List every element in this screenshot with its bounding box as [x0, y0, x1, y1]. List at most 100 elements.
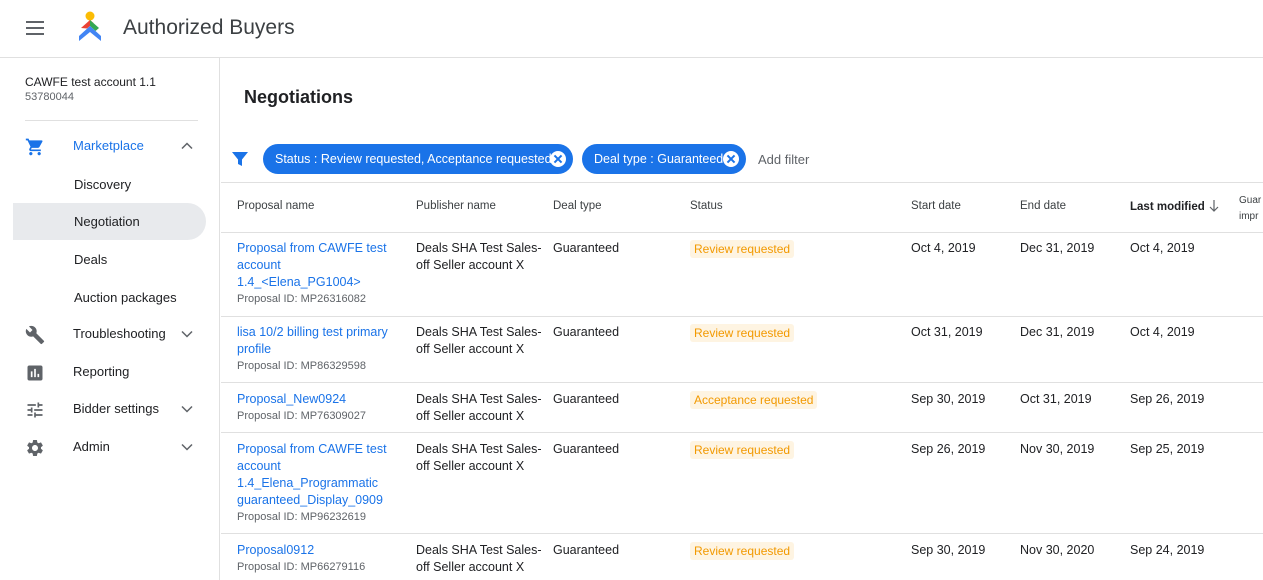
filter-chip-status[interactable]: Status : Review requested, Acceptance re… — [263, 144, 573, 174]
proposal-name-line: account — [237, 459, 281, 473]
column-header-status[interactable]: Status — [690, 200, 723, 212]
sidebar-item-discovery[interactable]: Discovery — [13, 166, 206, 203]
deal-type: Guaranteed — [553, 442, 620, 456]
sidebar-item-auction-packages[interactable]: Auction packages — [13, 279, 206, 316]
account-id: 53780044 — [25, 91, 74, 103]
divider — [221, 533, 1263, 534]
menu-icon[interactable] — [26, 21, 44, 35]
filter-icon[interactable] — [232, 151, 248, 167]
proposal-id: Proposal ID: MP26316082 — [237, 293, 367, 305]
sidebar-item-troubleshooting[interactable]: Troubleshooting — [0, 316, 220, 352]
column-header-start-date[interactable]: Start date — [911, 200, 961, 212]
proposal-name-line: 1.4_<Elena_PG1004> — [237, 275, 361, 289]
filter-chip-deal-type[interactable]: Deal type : Guaranteed — [582, 144, 746, 174]
end-date: Nov 30, 2020 — [1020, 543, 1095, 557]
chevron-down-icon[interactable] — [180, 402, 194, 416]
column-header-last-modified[interactable]: Last modified — [1130, 201, 1205, 213]
publisher-name: Deals SHA Test Sales-off Seller account … — [416, 324, 546, 358]
page-title: Negotiations — [244, 87, 354, 107]
deal-type: Guaranteed — [553, 543, 620, 557]
deal-type: Guaranteed — [553, 241, 620, 255]
authorized-buyers-logo — [79, 11, 101, 41]
account-name[interactable]: CAWFE test account 1.1 — [25, 75, 156, 89]
last-modified-date: Sep 26, 2019 — [1130, 392, 1205, 406]
sidebar-item-label: Marketplace — [73, 138, 144, 153]
status-badge: Acceptance requested — [690, 391, 818, 409]
start-date: Oct 31, 2019 — [911, 325, 983, 339]
publisher-name: Deals SHA Test Sales-off Seller account … — [416, 542, 546, 576]
filter-chip-label: Deal type : Guaranteed — [594, 152, 724, 166]
start-date: Oct 4, 2019 — [911, 241, 976, 255]
sidebar-item-label: Auction packages — [74, 290, 177, 305]
sidebar-item-label: Admin — [73, 439, 110, 454]
close-icon[interactable] — [550, 151, 566, 167]
sidebar-item-label: Negotiation — [74, 214, 140, 229]
sidebar: CAWFE test account 1.1 53780044 Marketpl… — [0, 58, 220, 580]
status-badge: Review requested — [690, 324, 795, 342]
proposal-name-line: lisa 10/2 billing test primary — [237, 325, 388, 339]
publisher-name-line: Deals SHA Test Sales- — [416, 241, 542, 255]
deal-type: Guaranteed — [553, 325, 620, 339]
divider — [221, 182, 1263, 183]
sidebar-item-label: Discovery — [74, 177, 132, 192]
proposal-name-line: 1.4_Elena_Programmatic — [237, 476, 379, 490]
sidebar-item-label: Reporting — [73, 364, 130, 379]
app-title: Authorized Buyers — [123, 16, 295, 39]
sidebar-item-reporting[interactable]: Reporting — [0, 354, 220, 390]
cart-icon — [25, 138, 43, 156]
sidebar-item-negotiation[interactable]: Negotiation — [13, 203, 206, 240]
status-badge: Review requested — [690, 240, 795, 258]
sliders-icon — [27, 402, 43, 418]
publisher-name-line: Deals SHA Test Sales- — [416, 442, 542, 456]
proposal-name-line: Proposal from CAWFE test — [237, 442, 387, 456]
publisher-name: Deals SHA Test Sales-off Seller account … — [416, 240, 546, 274]
publisher-name: Deals SHA Test Sales-off Seller account … — [416, 391, 546, 425]
proposal-name-line: account — [237, 258, 281, 272]
proposal-id: Proposal ID: MP86329598 — [237, 360, 367, 372]
arrow-down-icon[interactable] — [1208, 199, 1220, 213]
last-modified-date: Oct 4, 2019 — [1130, 241, 1195, 255]
proposal-name-line: profile — [237, 342, 272, 356]
end-date: Nov 30, 2019 — [1020, 442, 1095, 456]
chevron-up-icon[interactable] — [180, 139, 194, 153]
last-modified-date: Sep 25, 2019 — [1130, 442, 1205, 456]
proposal-name-line: guaranteed_Display_0909 — [237, 493, 383, 507]
column-header-deal-type[interactable]: Deal type — [553, 200, 602, 212]
close-icon[interactable] — [723, 151, 739, 167]
sidebar-item-admin[interactable]: Admin — [0, 429, 220, 465]
sidebar-item-bidder-settings[interactable]: Bidder settings — [0, 391, 220, 427]
publisher-name-line: off Seller account X — [416, 409, 525, 423]
filter-chip-label: Status : Review requested, Acceptance re… — [275, 152, 552, 166]
status-badge: Review requested — [690, 441, 795, 459]
sidebar-item-label: Bidder settings — [73, 401, 159, 416]
column-header-end-date[interactable]: End date — [1020, 200, 1066, 212]
sidebar-item-deals[interactable]: Deals — [13, 241, 206, 278]
publisher-name-line: off Seller account X — [416, 459, 525, 473]
column-header-publisher-name[interactable]: Publisher name — [416, 200, 496, 212]
add-filter-button[interactable]: Add filter — [758, 152, 809, 167]
proposal-name-link[interactable]: Proposal0912 — [237, 542, 397, 559]
divider — [221, 432, 1263, 433]
sidebar-item-marketplace[interactable]: Marketplace — [0, 128, 220, 164]
proposal-name-link[interactable]: Proposal from CAWFE test account 1.4_Elena… — [237, 441, 397, 509]
proposal-name-line: Proposal0912 — [237, 543, 315, 557]
column-header-guaranteed-impressions[interactable]: Guar impr — [1239, 193, 1263, 225]
bar-chart-icon — [27, 365, 43, 381]
publisher-name-line: off Seller account X — [416, 342, 525, 356]
top-app-bar: Authorized Buyers — [0, 0, 1263, 58]
last-modified-date: Oct 4, 2019 — [1130, 325, 1195, 339]
chevron-down-icon[interactable] — [180, 440, 194, 454]
start-date: Sep 26, 2019 — [911, 442, 986, 456]
publisher-name: Deals SHA Test Sales-off Seller account … — [416, 441, 546, 475]
chevron-down-icon[interactable] — [180, 327, 194, 341]
proposal-id: Proposal ID: MP76309027 — [237, 410, 367, 422]
deal-type: Guaranteed — [553, 392, 620, 406]
divider — [221, 232, 1263, 233]
proposal-name-link[interactable]: lisa 10/2 billing test primary profile — [237, 324, 397, 358]
proposal-name-link[interactable]: Proposal_New0924 — [237, 391, 397, 408]
column-header-proposal-name[interactable]: Proposal name — [237, 200, 314, 212]
gear-icon — [27, 440, 43, 456]
proposal-name-link[interactable]: Proposal from CAWFE test account 1.4_<Elen… — [237, 240, 397, 291]
start-date: Sep 30, 2019 — [911, 543, 986, 557]
publisher-name-line: Deals SHA Test Sales- — [416, 325, 542, 339]
